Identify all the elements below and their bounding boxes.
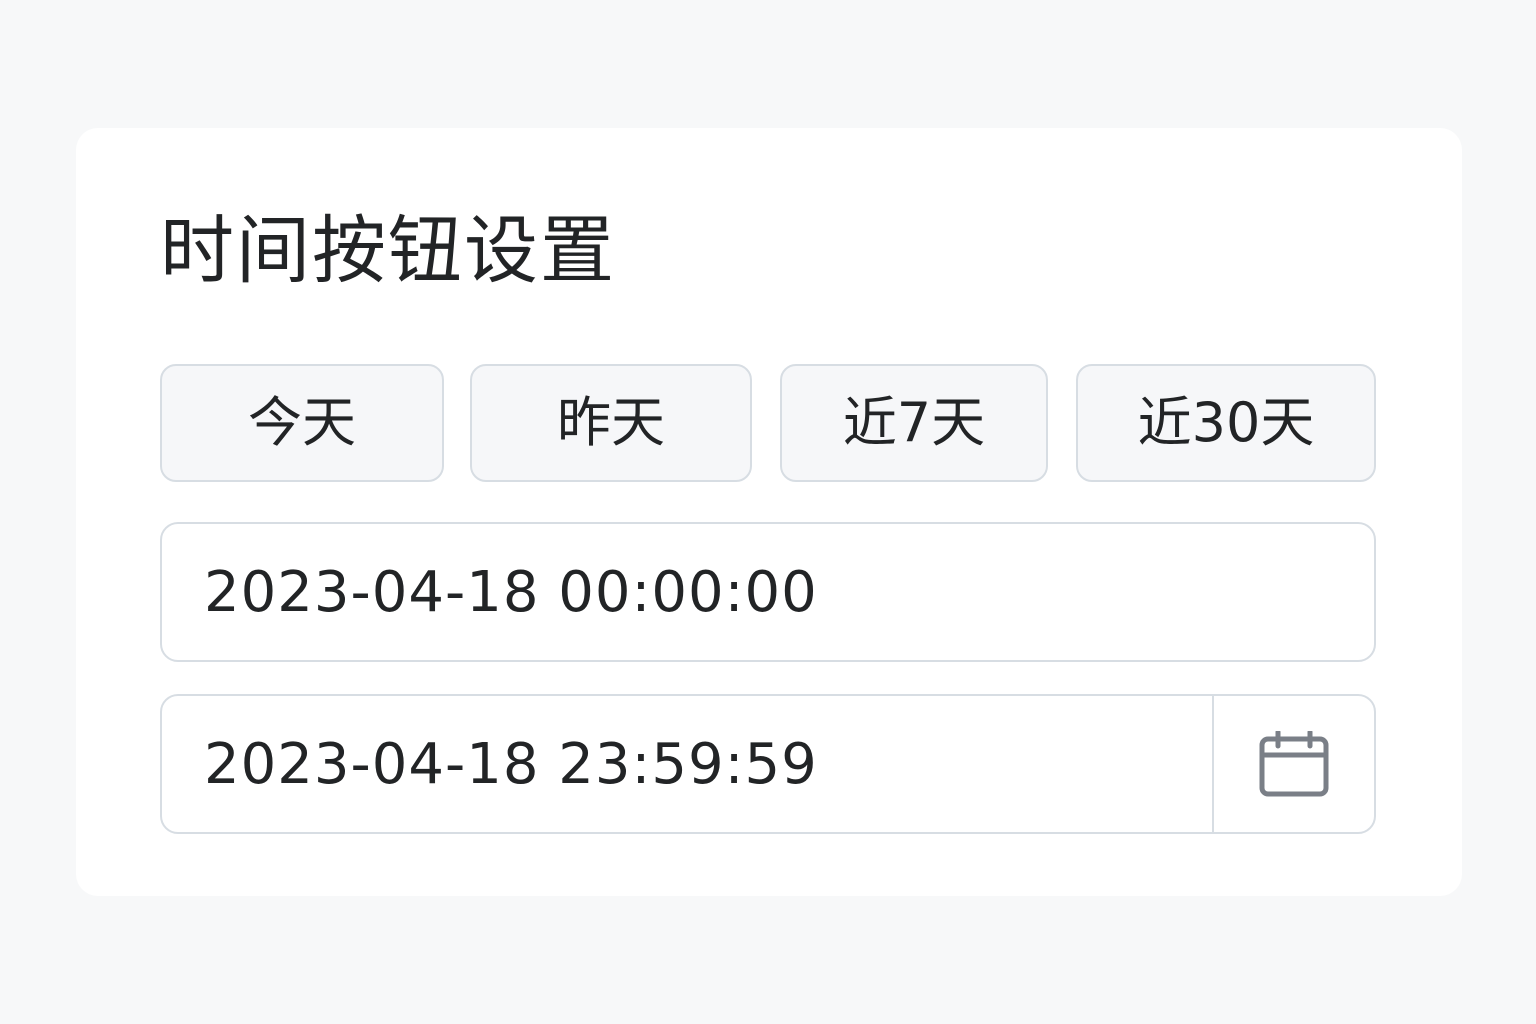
end-time-field — [160, 694, 1376, 834]
time-button-settings-card: 时间按钮设置 今天 昨天 近7天 近30天 — [76, 128, 1462, 896]
yesterday-button[interactable]: 昨天 — [470, 364, 752, 482]
today-button[interactable]: 今天 — [160, 364, 444, 482]
calendar-icon — [1259, 731, 1329, 797]
calendar-button[interactable] — [1214, 696, 1374, 832]
last-30-days-button[interactable]: 近30天 — [1076, 364, 1376, 482]
start-time-field — [160, 522, 1376, 662]
card-title: 时间按钮设置 — [160, 208, 616, 294]
quick-range-buttons: 今天 昨天 近7天 近30天 — [160, 364, 1376, 482]
end-time-input[interactable] — [162, 696, 1212, 832]
start-time-input[interactable] — [162, 524, 1374, 660]
last-7-days-button[interactable]: 近7天 — [780, 364, 1048, 482]
